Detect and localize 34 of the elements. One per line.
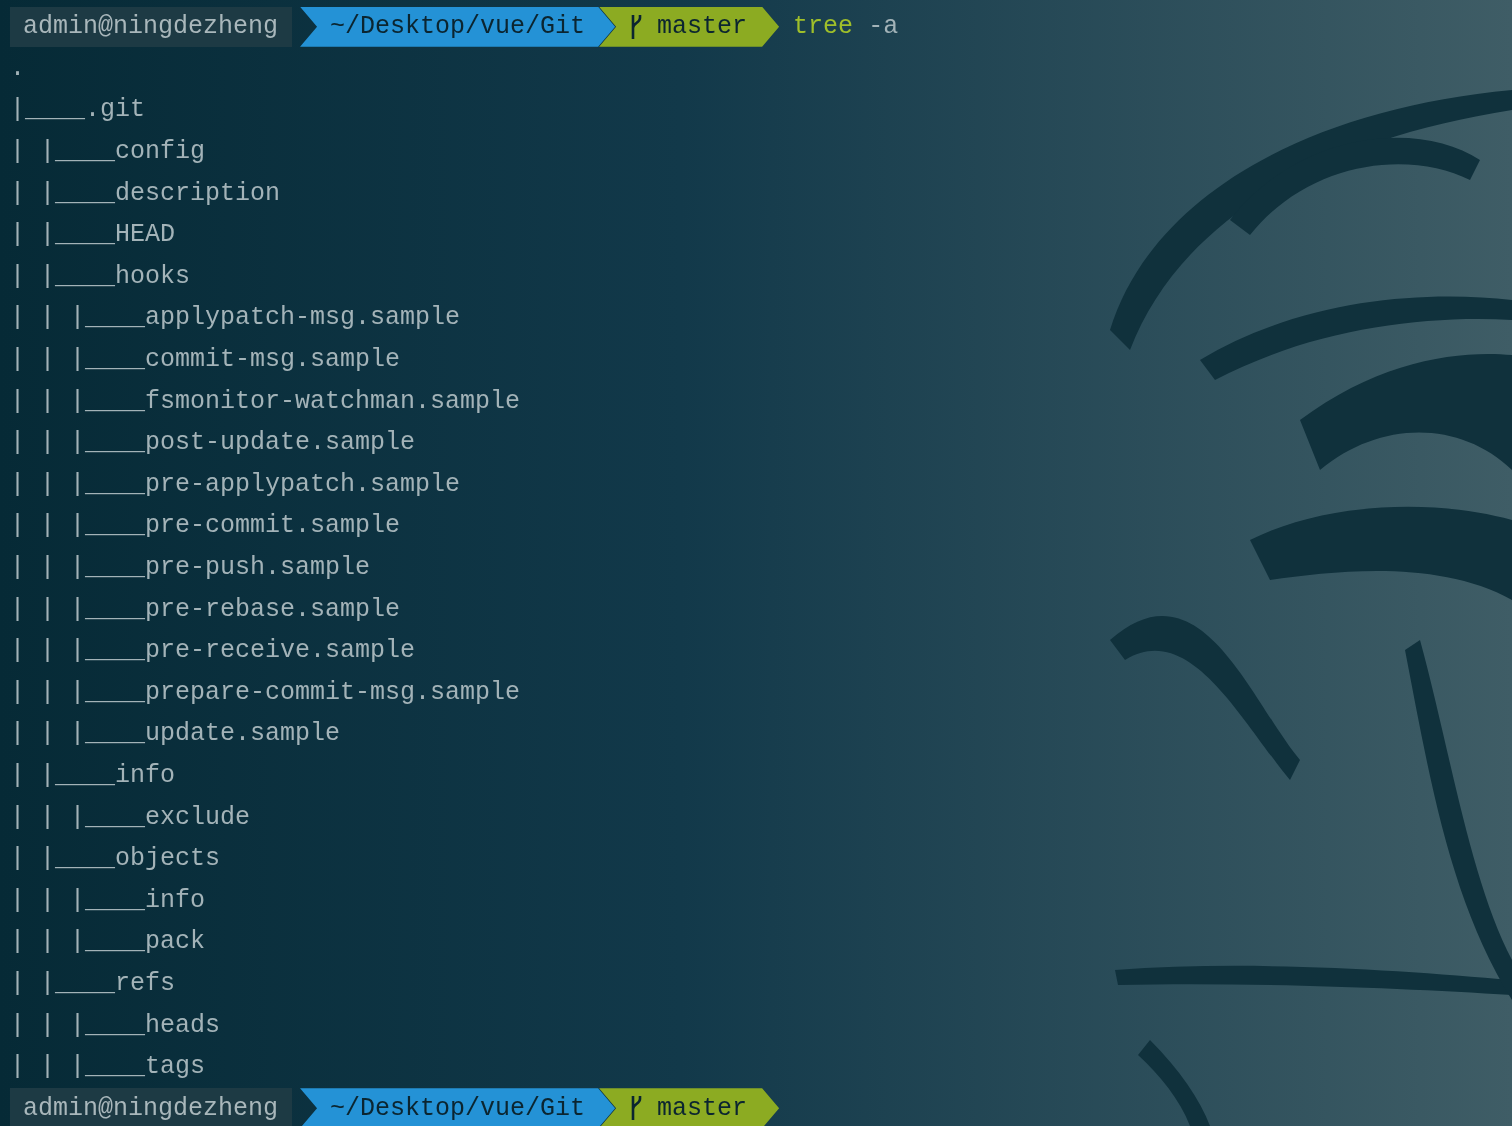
tree-line: | | |____prepare-commit-msg.sample xyxy=(10,677,521,707)
tree-line: |____.git xyxy=(10,95,146,125)
tree-root: . xyxy=(10,53,25,83)
branch-icon xyxy=(629,1095,644,1122)
prompt-path: ~/Desktop/vue/Git xyxy=(300,1088,616,1126)
tree-line: | | |____exclude xyxy=(10,802,251,832)
tree-line: | | |____commit-msg.sample xyxy=(10,345,401,375)
tree-line: | | |____pre-applypatch.sample xyxy=(10,469,461,499)
tree-line: | |____refs xyxy=(10,968,176,998)
tree-line: | | |____pack xyxy=(10,927,206,957)
tree-line: | | |____post-update.sample xyxy=(10,428,416,458)
tree-line: | | |____pre-rebase.sample xyxy=(10,594,401,624)
tree-line: | | |____update.sample xyxy=(10,719,341,749)
branch-icon xyxy=(629,13,644,40)
prompt-path: ~/Desktop/vue/Git xyxy=(300,6,616,47)
prompt-user: admin@ningdezheng xyxy=(10,6,293,47)
tree-line: | | |____tags xyxy=(10,1052,206,1082)
tree-line: | | |____info xyxy=(10,885,206,915)
tree-line: | |____hooks xyxy=(10,261,191,291)
tree-line: | |____description xyxy=(10,178,281,208)
command: tree xyxy=(793,12,854,42)
tree-line: | | |____applypatch-msg.sample xyxy=(10,303,461,333)
tree-line: | |____objects xyxy=(10,844,221,874)
tree-line: | | |____fsmonitor-watchman.sample xyxy=(10,386,521,416)
prompt-user: admin@ningdezheng xyxy=(10,1088,293,1126)
tree-line: | |____info xyxy=(10,761,176,790)
tree-line: | | |____pre-receive.sample xyxy=(10,636,416,666)
tree-line: | |____HEAD xyxy=(10,220,176,250)
tree-line: | |____config xyxy=(10,137,206,167)
tree-line: | | |____heads xyxy=(10,1010,221,1040)
tree-line: | | |____pre-commit.sample xyxy=(10,511,401,541)
prompt-branch: master xyxy=(599,1088,780,1126)
tree-line: | | |____pre-push.sample xyxy=(10,553,371,582)
command-args: -a xyxy=(868,12,899,42)
